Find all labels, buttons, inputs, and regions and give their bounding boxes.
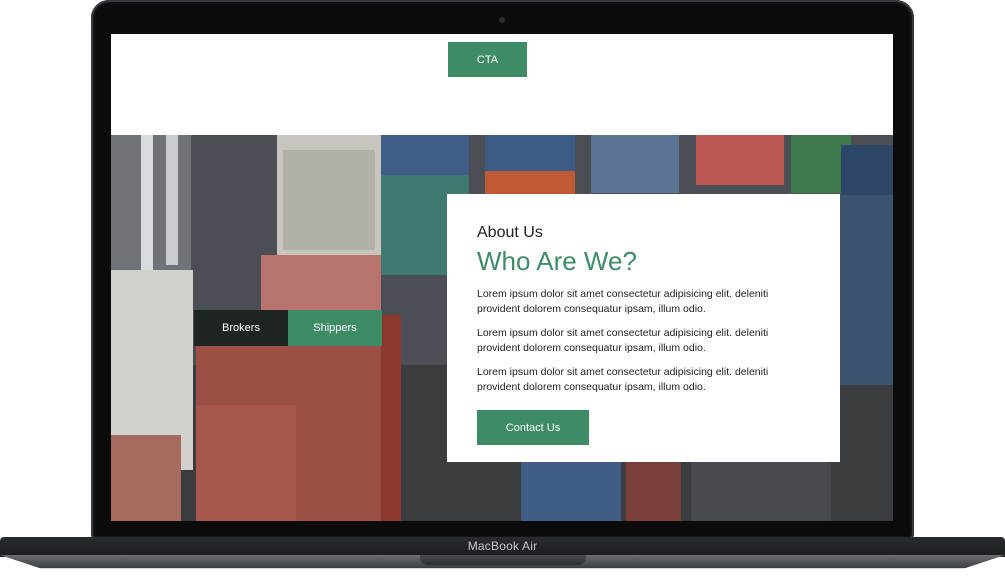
contact-us-button[interactable]: Contact Us [477, 410, 589, 445]
tab-brokers[interactable]: Brokers [194, 310, 288, 346]
about-title: Who Are We? [477, 246, 637, 276]
screen-bezel-bottom [111, 521, 893, 533]
camera-icon [499, 17, 505, 23]
audience-tabs: Brokers Shippers [194, 310, 382, 346]
cta-button[interactable]: CTA [448, 42, 527, 77]
device-brand-label: MacBook Air [467, 539, 538, 553]
hero-section: Brokers Shippers About Us Who Are We? Lo… [111, 135, 893, 521]
top-header: CTA [111, 34, 893, 135]
hinge-notch [420, 555, 586, 565]
website-screen: CTA Brokers Shippers About Us Who Are We… [111, 34, 893, 521]
about-paragraph: Lorem ipsum dolor sit amet consectetur a… [477, 366, 769, 393]
about-paragraph: Lorem ipsum dolor sit amet consectetur a… [477, 327, 769, 354]
tab-shippers[interactable]: Shippers [288, 310, 382, 346]
about-card: About Us Who Are We? Lorem ipsum dolor s… [447, 194, 840, 462]
about-kicker: About Us [477, 224, 543, 241]
about-paragraph: Lorem ipsum dolor sit amet consectetur a… [477, 288, 769, 315]
